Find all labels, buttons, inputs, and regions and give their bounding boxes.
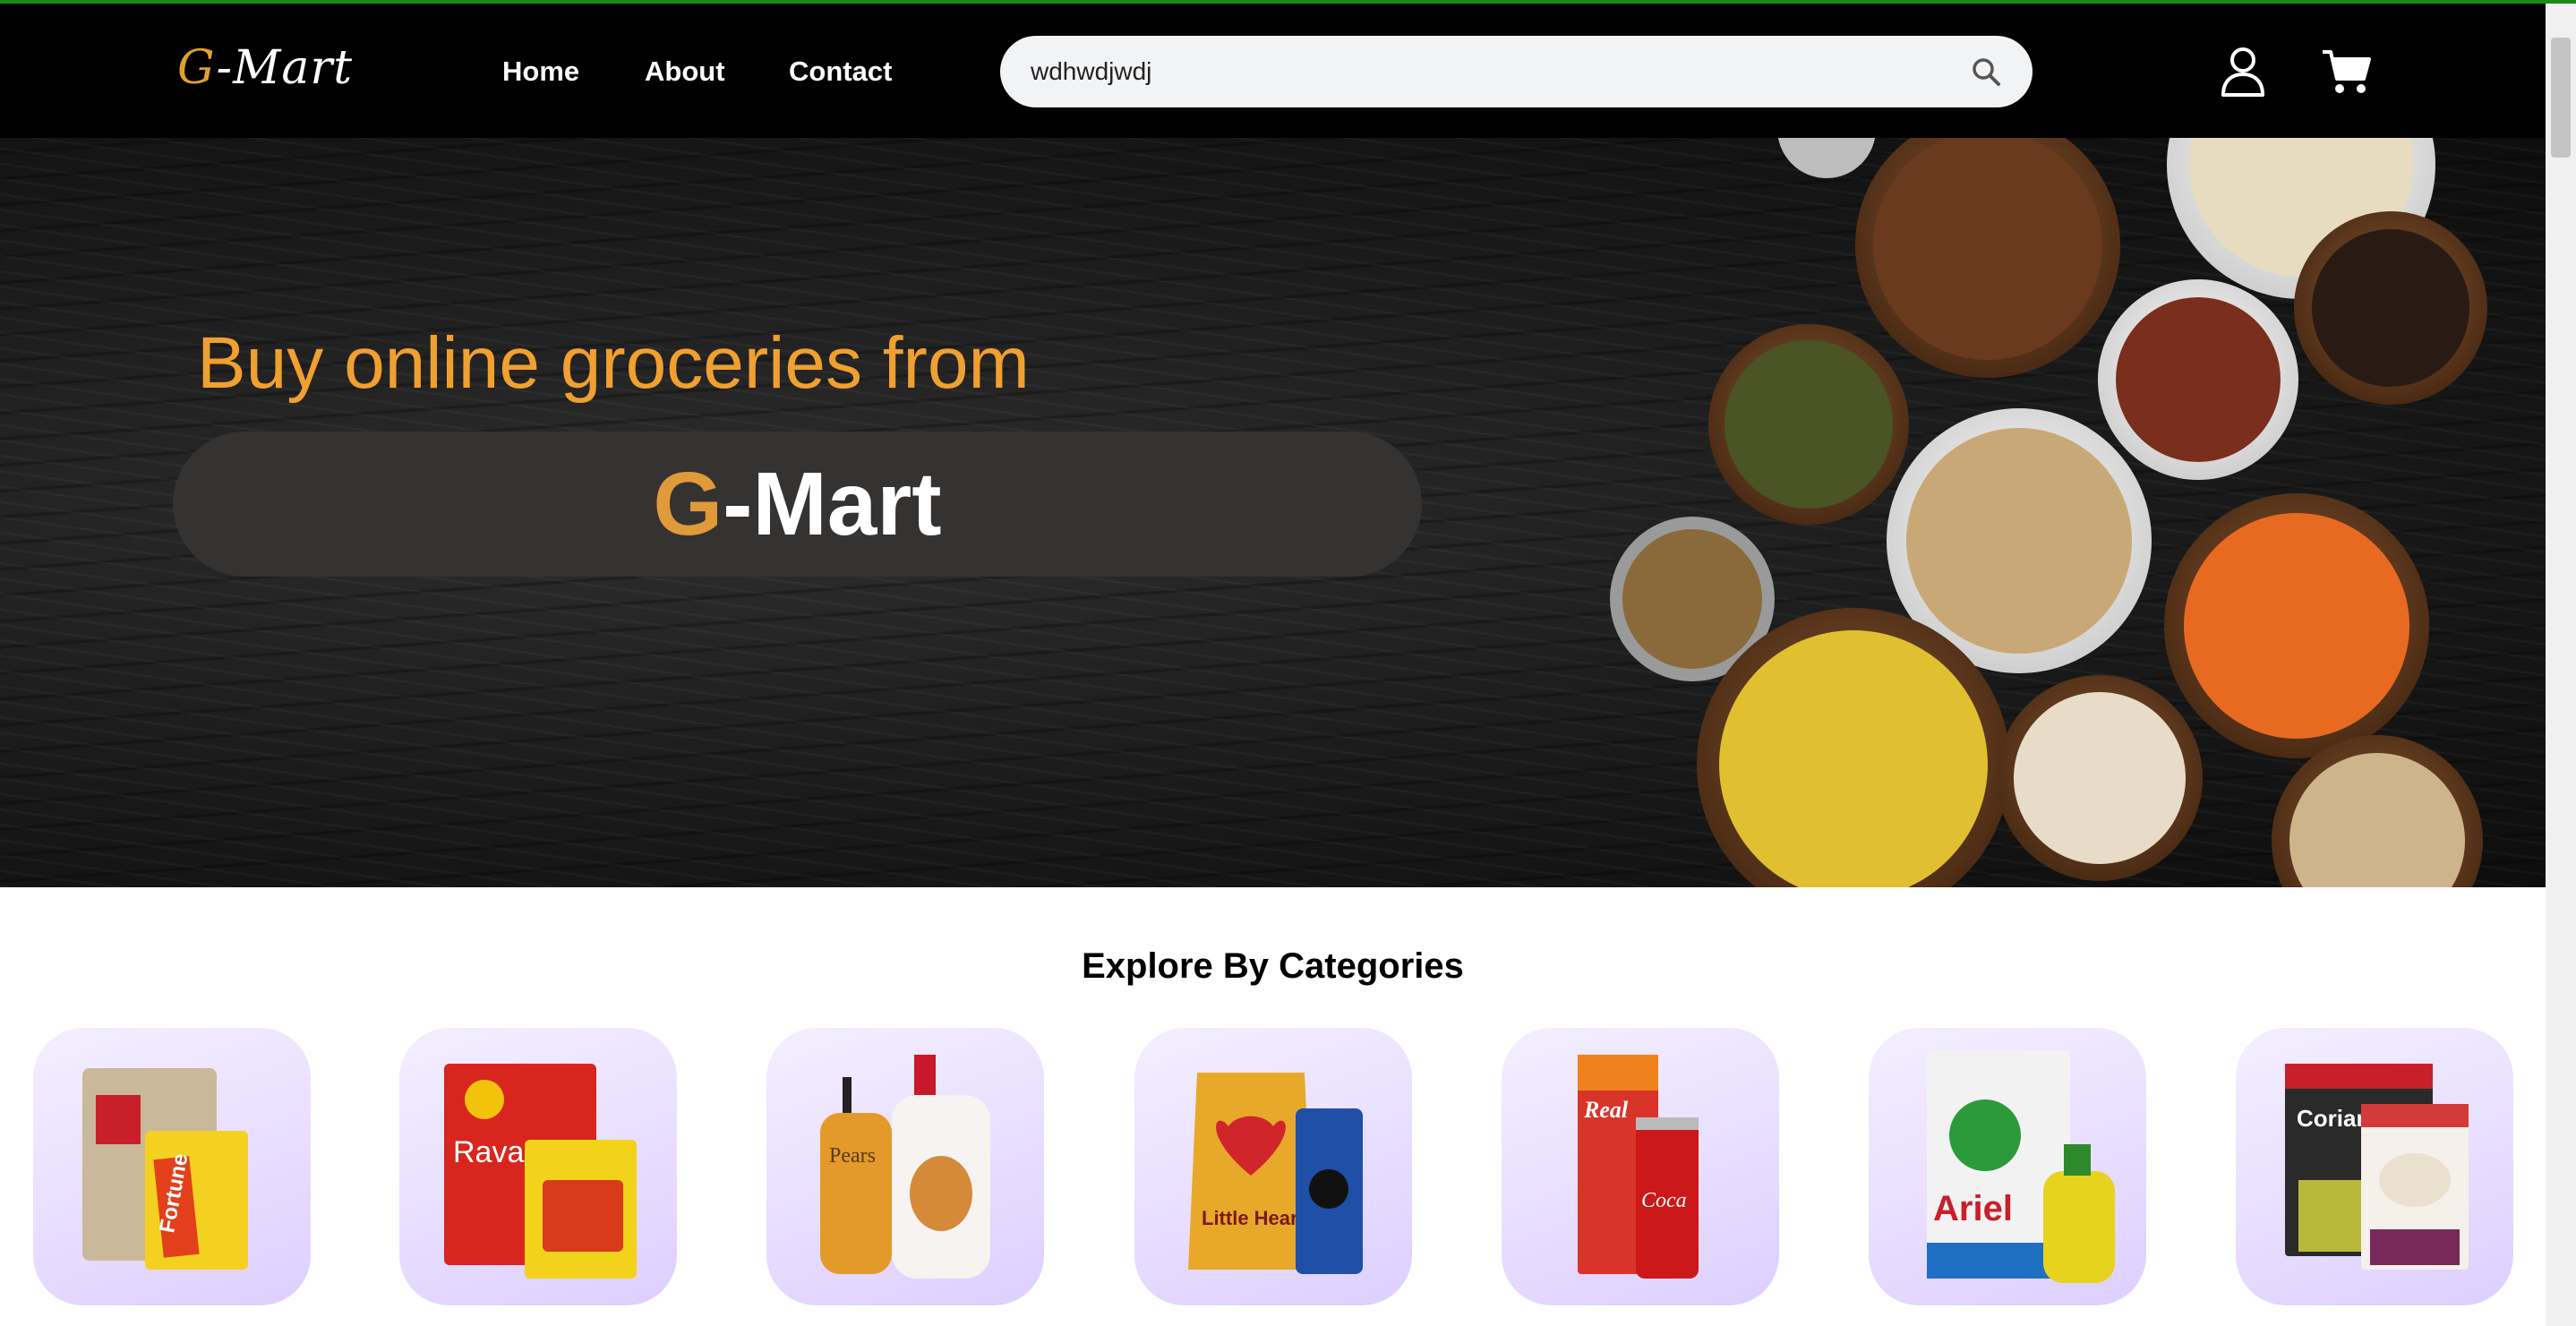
personal-care-icon: Pears — [820, 1055, 990, 1279]
snacks-icon: Little Hearts — [1188, 1073, 1363, 1274]
grain-bowls-image — [1610, 138, 2487, 887]
categories-title: Explore By Categories — [1082, 946, 1464, 986]
category-card-spices[interactable]: Coriander — [2236, 1028, 2513, 1305]
search-bar — [1000, 36, 2033, 107]
category-card-snacks[interactable]: Little Hearts — [1134, 1028, 1412, 1305]
category-product-text: Real — [1583, 1097, 1629, 1123]
category-card-atta-oil[interactable]: Fortune — [33, 1028, 311, 1305]
atta-oil-icon: Fortune — [82, 1068, 248, 1270]
nav-about-link[interactable]: About — [645, 56, 725, 88]
category-product-text: Ariel — [1933, 1189, 2013, 1228]
hero-brand: G-Mart — [173, 432, 1422, 577]
nav-home-link[interactable]: Home — [502, 56, 579, 88]
category-product-text: Pears — [829, 1144, 876, 1168]
site-logo[interactable]: G-Mart — [177, 41, 353, 95]
logo-text: -Mart — [216, 41, 354, 95]
instant-food-icon: Rava Idli — [444, 1064, 637, 1279]
cart-icon[interactable] — [2321, 48, 2371, 95]
user-icon[interactable] — [2221, 47, 2265, 97]
category-card-cleaning[interactable]: Ariel — [1869, 1028, 2146, 1305]
beverages-icon: Real Coca — [1578, 1055, 1699, 1279]
navbar: G-Mart Home About Contact — [0, 4, 2546, 138]
logo-letter-g: G — [177, 41, 217, 95]
hero-brand-text: -Mart — [723, 454, 942, 554]
hero-brand-pill: G-Mart — [173, 432, 1422, 577]
hero-banner: Buy online groceries from G-Mart — [0, 138, 2546, 887]
page-scrollbar[interactable] — [2546, 4, 2576, 1326]
search-input[interactable] — [1031, 36, 1953, 107]
hero-brand-g: G — [653, 454, 723, 554]
search-icon[interactable] — [1970, 56, 2002, 88]
cleaning-icon: Ariel — [1927, 1050, 2115, 1283]
category-card-instant-food[interactable]: Rava Idli — [399, 1028, 677, 1305]
hero-tagline: Buy online groceries from — [197, 322, 1030, 404]
category-card-beverages[interactable]: Real Coca — [1502, 1028, 1779, 1305]
scroll-thumb[interactable] — [2551, 38, 2571, 158]
svg-text:Coca: Coca — [1641, 1189, 1687, 1212]
nav-contact-link[interactable]: Contact — [789, 56, 892, 88]
category-card-personal-care[interactable]: Pears — [766, 1028, 1044, 1305]
spices-icon: Coriander — [2285, 1064, 2469, 1270]
